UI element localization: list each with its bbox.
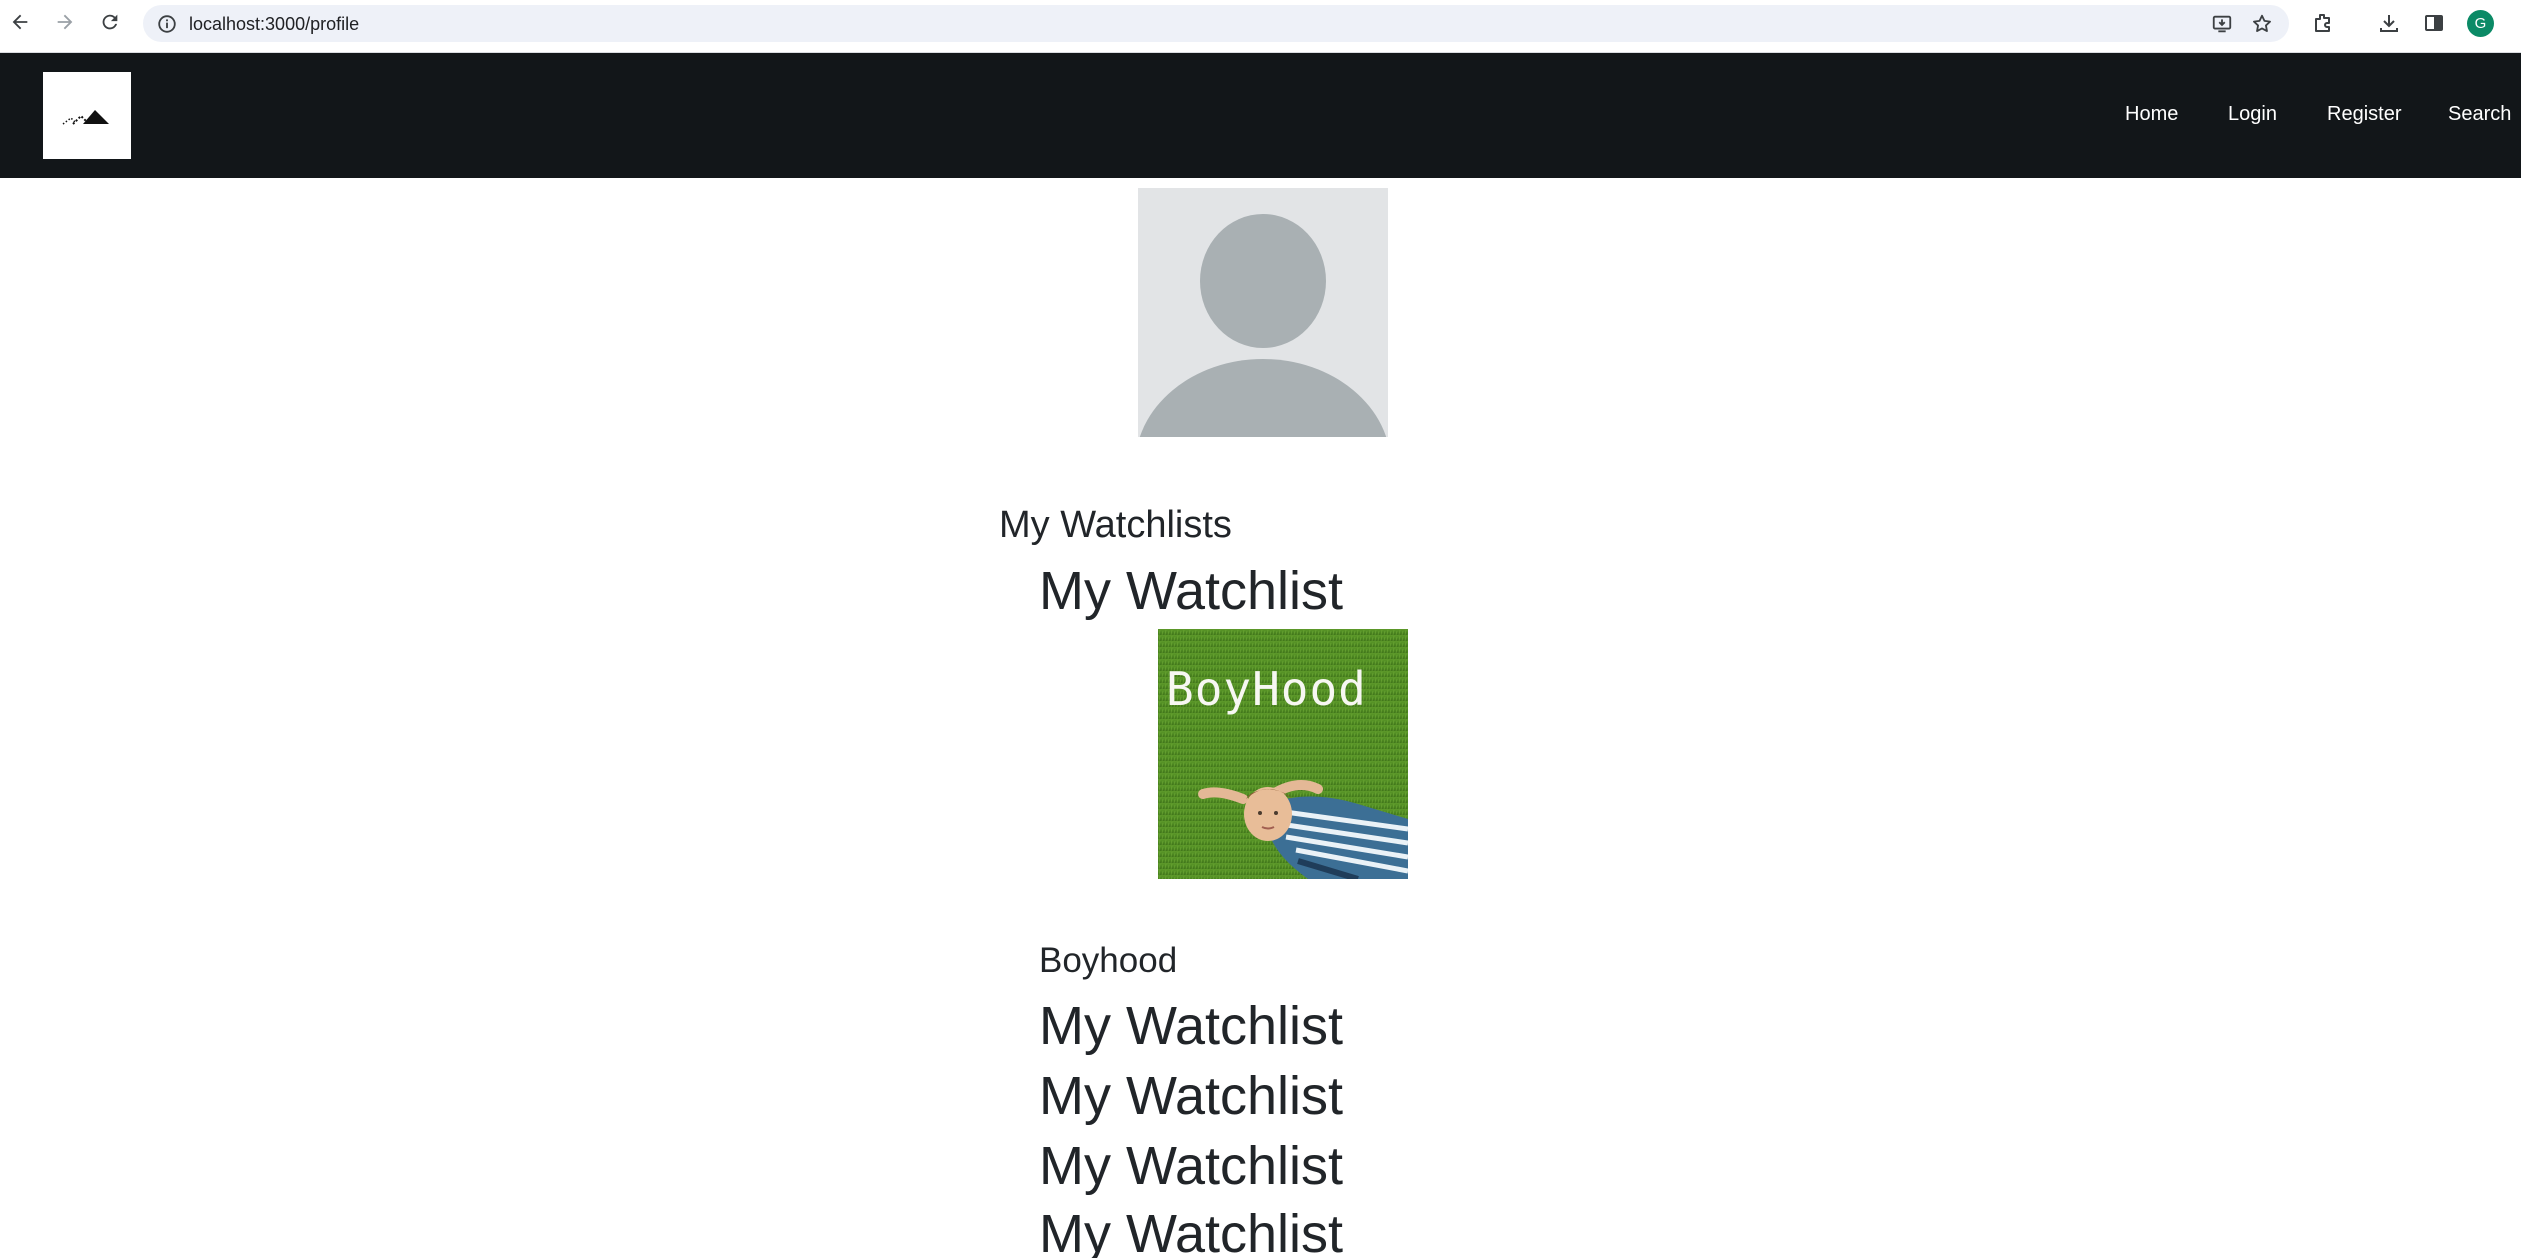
nav-home-link[interactable]: Home — [2125, 103, 2178, 126]
browser-toolbar: localhost:3000/profile G — [0, 0, 2521, 53]
watchlist-title: My Watchlist — [1039, 1136, 1344, 1196]
reload-icon — [102, 14, 118, 30]
site-navbar: Home Login Register Search — [0, 53, 2521, 178]
address-bar[interactable]: localhost:3000/profile — [143, 5, 2289, 42]
watchlist-title: My Watchlist — [1039, 1204, 1344, 1258]
profile-avatar-button[interactable]: G — [2467, 10, 2494, 37]
profile-initial: G — [2474, 15, 2487, 32]
watchlist-title: My Watchlist — [1039, 1066, 1344, 1126]
poster-title-text: BoyHood — [1166, 662, 1367, 716]
extensions-icon[interactable] — [2311, 11, 2335, 35]
nav-register-link[interactable]: Register — [2327, 103, 2401, 126]
back-arrow-icon — [12, 14, 28, 30]
side-panel-icon[interactable] — [2422, 11, 2446, 35]
watchlist-title: My Watchlist — [1039, 561, 1344, 621]
profile-avatar — [1138, 188, 1388, 437]
watchlist-title: My Watchlist — [1039, 996, 1344, 1056]
downloads-icon[interactable] — [2377, 11, 2401, 35]
url-text[interactable]: localhost:3000/profile — [189, 14, 359, 35]
back-button[interactable] — [7, 9, 33, 35]
reload-button[interactable] — [97, 9, 123, 35]
install-app-icon[interactable] — [2211, 13, 2233, 35]
bookmark-star-icon[interactable] — [2251, 13, 2273, 35]
nav-login-link[interactable]: Login — [2228, 103, 2277, 126]
default-user-silhouette-icon — [1139, 214, 1387, 437]
movie-poster-boyhood[interactable]: BoyHood — [1158, 629, 1408, 879]
site-info-icon[interactable] — [156, 13, 178, 35]
forward-arrow-icon — [57, 14, 73, 30]
nav-search-link[interactable]: Search — [2448, 103, 2511, 126]
watchlists-heading: My Watchlists — [999, 504, 1232, 546]
movie-title: Boyhood — [1039, 941, 1178, 980]
forward-button[interactable] — [52, 9, 78, 35]
